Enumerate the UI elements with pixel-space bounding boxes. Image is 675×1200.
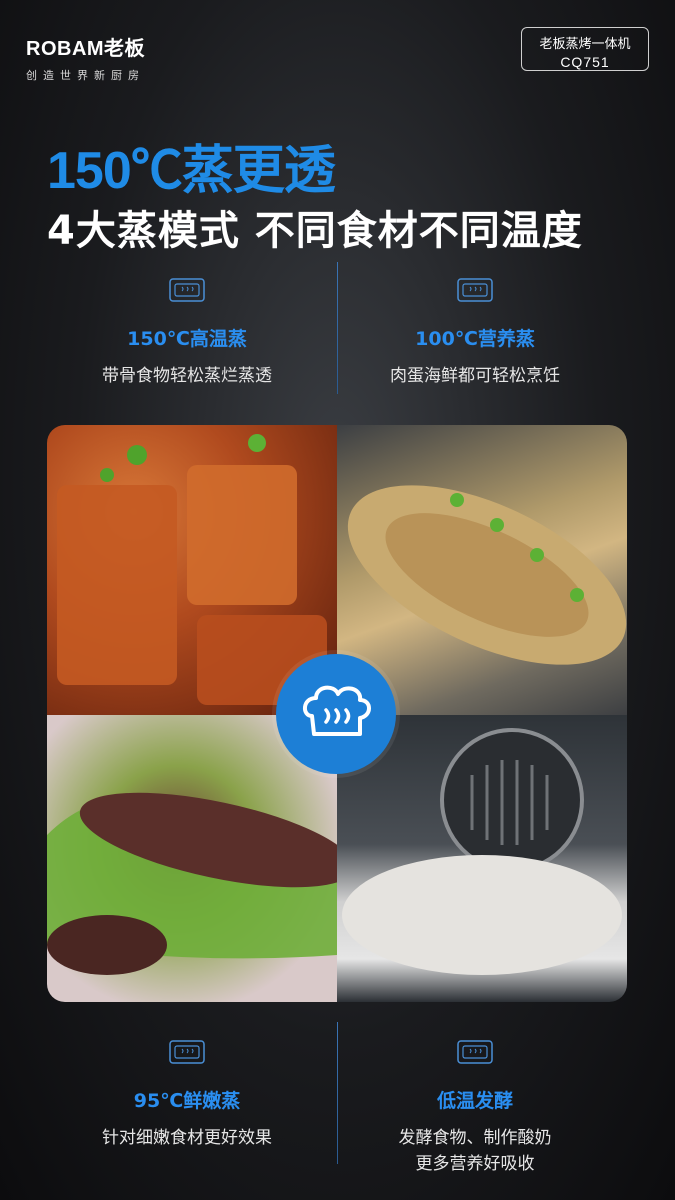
feature-desc-line: 更多营养好吸收 xyxy=(415,1154,535,1174)
feature-desc: 肉蛋海鲜都可轻松烹饪 xyxy=(390,366,560,386)
headline: 150℃蒸更透 xyxy=(47,142,336,200)
chef-hat-steam-icon xyxy=(303,685,371,736)
feature-title: 低温发酵 xyxy=(436,1090,513,1112)
steam-oven-icon xyxy=(169,1040,205,1064)
feature-desc: 发酵食物、制作酸奶 更多营养好吸收 xyxy=(325,1125,625,1177)
brand-slogan: 创造世界新厨房 xyxy=(26,69,145,82)
feature-100-steam: 100℃营养蒸 肉蛋海鲜都可轻松烹饪 xyxy=(325,278,625,389)
brand-logo: ROBAM老板 xyxy=(26,38,146,60)
feature-desc: 带骨食物轻松蒸烂蒸透 xyxy=(102,366,272,386)
feature-150-steam: 150℃高温蒸 带骨食物轻松蒸烂蒸透 xyxy=(37,278,337,389)
feature-title: 150℃高温蒸 xyxy=(127,328,247,350)
brand: ROBAM老板 创造世界新厨房 xyxy=(26,32,145,83)
feature-title: 95℃鲜嫩蒸 xyxy=(133,1090,241,1112)
model-label: 老板蒸烤一体机 CQ751 xyxy=(521,27,649,71)
feature-desc: 针对细嫩食材更好效果 xyxy=(102,1128,272,1148)
steam-oven-icon xyxy=(457,1040,493,1064)
steam-oven-icon xyxy=(457,278,493,302)
feature-title: 100℃营养蒸 xyxy=(415,328,535,350)
steam-oven-icon xyxy=(169,278,205,302)
center-badge xyxy=(276,654,396,774)
feature-95-steam: 95℃鲜嫩蒸 针对细嫩食材更好效果 xyxy=(37,1040,337,1151)
feature-desc-line: 发酵食物、制作酸奶 xyxy=(398,1128,552,1148)
feature-low-temp-ferment: 低温发酵 发酵食物、制作酸奶 更多营养好吸收 xyxy=(325,1040,625,1177)
subheadline: 4大蒸模式 不同食材不同温度 xyxy=(47,208,583,254)
model-name: 老板蒸烤一体机 xyxy=(539,37,631,52)
model-code: CQ751 xyxy=(560,54,610,70)
